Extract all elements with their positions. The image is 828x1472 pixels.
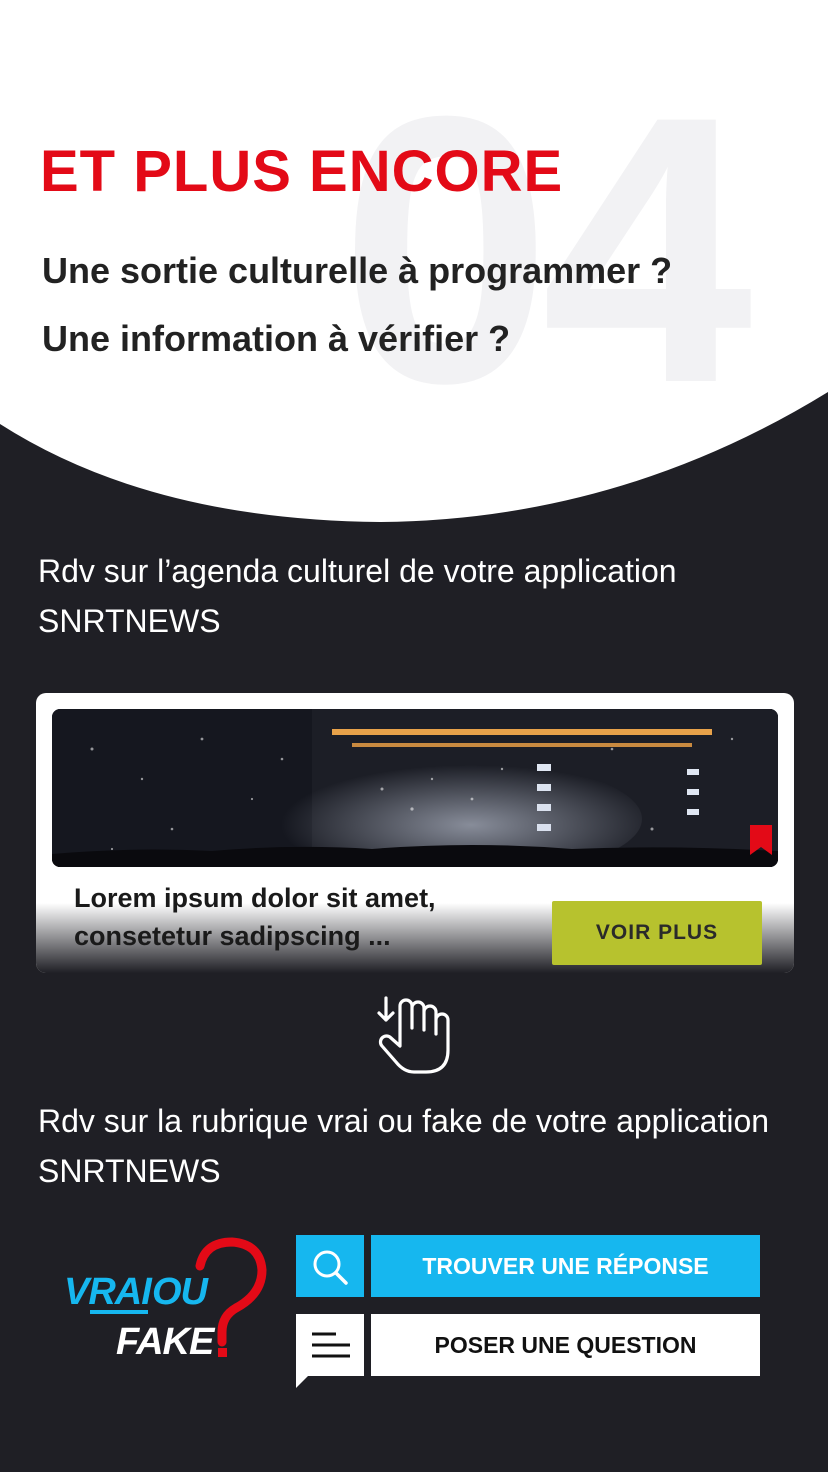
find-answer-row: TROUVER UNE RÉPONSE	[296, 1235, 760, 1297]
event-card[interactable]: Lorem ipsum dolor sit amet, consetetur s…	[36, 693, 794, 973]
page-title: ET PLUS ENCORE	[40, 139, 564, 204]
vrai-fake-intro: Rdv sur la rubrique vrai ou fake de votr…	[38, 1103, 770, 1189]
tap-hand-icon	[377, 996, 450, 1074]
svg-text:OU: OU	[152, 1271, 210, 1313]
question-culture: Une sortie culturelle à programmer ?	[42, 250, 673, 291]
event-image	[52, 709, 778, 867]
question-verify: Une information à vérifier ?	[42, 318, 511, 359]
speech-tail	[296, 1376, 308, 1388]
ask-question-button[interactable]: POSER UNE QUESTION	[371, 1314, 760, 1376]
svg-text:FAKE: FAKE	[116, 1321, 216, 1363]
bookmark-icon[interactable]	[750, 825, 772, 855]
find-answer-button[interactable]: TROUVER UNE RÉPONSE	[371, 1235, 760, 1297]
vrai-ou-fake-logo: VRAI OU FAKE	[64, 1237, 267, 1363]
search-icon	[313, 1250, 348, 1285]
menu-button[interactable]	[296, 1314, 364, 1388]
agenda-intro: Rdv sur l’agenda culturel de votre appli…	[38, 553, 677, 639]
event-title: Lorem ipsum dolor sit amet, consetetur s…	[74, 883, 436, 951]
svg-text:VRAI: VRAI	[64, 1271, 153, 1313]
menu-icon	[312, 1332, 350, 1358]
voir-plus-button[interactable]: VOIR PLUS	[552, 901, 762, 965]
search-button[interactable]	[296, 1235, 364, 1297]
ask-question-row: POSER UNE QUESTION	[296, 1314, 760, 1388]
